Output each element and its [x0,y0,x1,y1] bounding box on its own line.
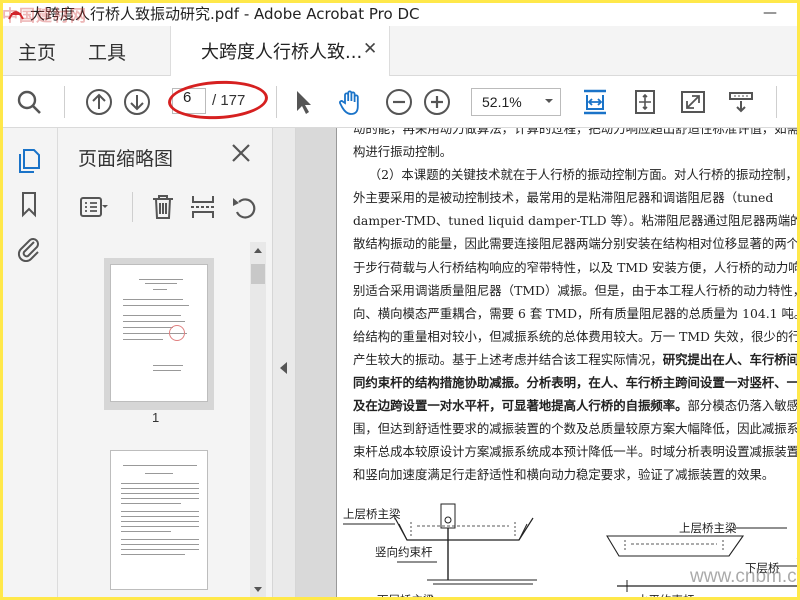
hand-icon[interactable] [336,87,366,117]
figure-label: 水平约束杆 [637,593,695,600]
figure-label: 上层桥主梁 [679,521,737,535]
read-mode-icon[interactable] [726,87,756,117]
scroll-down-icon[interactable] [253,586,263,594]
prev-page-icon[interactable] [84,87,114,117]
document-body-text: 动的能，再采用动力做算法，计算的过程，把动力响应超出舒适性标准许值，如需要构进行… [353,128,800,487]
thumbnail-page-number: 1 [152,410,160,425]
title-bar: 大跨度人行桥人致振动研究.pdf - Adobe Acrobat Pro DC … [0,0,800,26]
figure-label: 下层桥主梁 [377,593,435,600]
insert-page-icon[interactable] [188,192,218,222]
bookmark-icon[interactable] [15,190,43,218]
toolbar-separator [64,86,65,118]
minimize-button[interactable]: — [752,0,788,26]
text-line: 束杆总成本较原设计方案减振系统成本预计降低一半。时域分析表明设置减振装置后 [353,444,800,460]
thumbnails-panel: 页面缩略图 1 [58,128,272,600]
toolbar-separator [276,86,277,118]
chevron-down-icon [545,99,553,103]
text-line: 给结构的重量相对较小，但减振系统的总体费用较大。万一 TMD 失效，很少的行人 [353,328,800,344]
figure-label: 上层桥主梁 [343,507,401,521]
zoom-select[interactable]: 52.1% [471,88,561,116]
scrollbar-thumb[interactable] [251,264,265,284]
toolbar: 6 / 177 52.1% [0,76,800,128]
page-thumbnail-2[interactable] [110,450,208,590]
panel-title: 页面缩略图 [78,148,174,170]
toolbar-separator [776,86,777,118]
attachment-icon[interactable] [15,234,43,262]
text-line: 构进行振动控制。 [353,144,453,160]
text-line: 和竖向加速度满足行走舒适性和横向动力稳定要求，验证了减振装置的效果。 [353,467,775,483]
delete-icon[interactable] [148,192,178,222]
document-tab[interactable]: 大跨度人行桥人致... ✕ [170,26,390,76]
document-viewport[interactable]: 动的能，再采用动力做算法，计算的过程，把动力响应超出舒适性标准许值，如需要构进行… [296,128,800,600]
zoom-out-icon[interactable] [384,87,414,117]
text-line: 动的能，再采用动力做算法，计算的过程，把动力响应超出舒适性标准许值，如需要 [353,128,800,136]
close-icon[interactable] [230,142,252,164]
text-line: 围，但达到舒适性要求的减振装置的个数及总质量较原方案大幅降低，因此减振系统 [353,421,800,437]
panel-collapse-bar[interactable] [272,128,296,600]
thumbnail-options-icon[interactable] [78,192,108,222]
left-rail [0,128,58,600]
collapse-arrow-icon[interactable] [280,362,287,374]
fit-width-icon[interactable] [580,87,610,117]
close-tab-icon[interactable]: ✕ [363,39,377,59]
fit-page-icon[interactable] [630,87,660,117]
corner-watermark: 中国建材网 [2,6,88,25]
bold-text: 及在边跨设置一对水平杆，可显著地提高人行桥的自振频率。 [353,398,688,414]
text-line: 外主要采用的是被动控制技术，最常用的是粘滞阻尼器和调谐阻尼器（tuned [353,190,774,206]
full-screen-icon[interactable] [678,87,708,117]
document-page: 动的能，再采用动力做算法，计算的过程，把动力响应超出舒适性标准许值，如需要构进行… [336,128,800,600]
menu-bar: 主页 工具 大跨度人行桥人致... ✕ [0,26,800,76]
text-line: 别适合采用调谐质量阻尼器（TMD）减振。但是，由于本工程人行桥的动力特性，各 [353,282,800,298]
text-line: 部分模态仍落入敏感频 [687,398,800,414]
text-line: （2）本课题的关键技术就在于人行桥的振动控制方面。对人行桥的振动控制，目前 [353,167,800,183]
text-line: damper-TMD、tuned liquid damper-TLD 等）。粘滞… [353,213,800,229]
text-line: 同约束杆的结构措施协助减振。分析表明，在人、车行桥主跨间设置一对竖杆、一对 [353,375,800,391]
text-line-mixed: 产生较大的振动。基于上述考虑并结合该工程实际情况，研究提出在人、车行桥间设 [353,348,800,371]
undo-icon[interactable] [230,192,260,222]
document-tab-label: 大跨度人行桥人致... [201,42,363,63]
text-line: 向、横向模态严重耦合，需要 6 套 TMD，所有质量阻尼器的总质量为 104.1… [353,305,800,321]
highlight-ellipse [167,78,269,122]
page-thumbnails-icon[interactable] [15,146,43,174]
text-line: 产生较大的振动。基于上述考虑并结合该工程实际情况， [353,351,663,367]
page-thumbnail-1[interactable] [110,264,208,402]
site-watermark: www.cnbm.com [690,566,800,587]
figure-label: 竖向约束杆 [375,545,433,559]
bold-text: 研究提出在人、车行桥间设 [662,351,800,367]
menu-tools[interactable]: 工具 [88,38,126,65]
select-arrow-icon[interactable] [288,87,318,117]
window-title: 大跨度人行桥人致振动研究.pdf - Adobe Acrobat Pro DC [30,5,420,23]
panel-separator [132,192,133,222]
next-page-icon[interactable] [122,87,152,117]
scroll-up-icon[interactable] [253,246,263,254]
text-line-mixed: 及在边跨设置一对水平杆，可显著地提高人行桥的自振频率。部分模态仍落入敏感频 [353,394,800,417]
search-icon[interactable] [14,87,44,117]
thumbnails-scrollbar[interactable] [250,242,266,598]
zoom-value: 52.1% [482,94,522,110]
text-line: 于步行荷载与人行桥结构响应的窄带特性，以及 TMD 安装方便，人行桥的动力响 [353,259,800,275]
zoom-in-icon[interactable] [422,87,452,117]
text-line: 散结构振动的能量，因此需要连接阻尼器两端分别安装在结构相对位移显著的两个点 [353,236,800,252]
menu-home[interactable]: 主页 [18,38,56,65]
